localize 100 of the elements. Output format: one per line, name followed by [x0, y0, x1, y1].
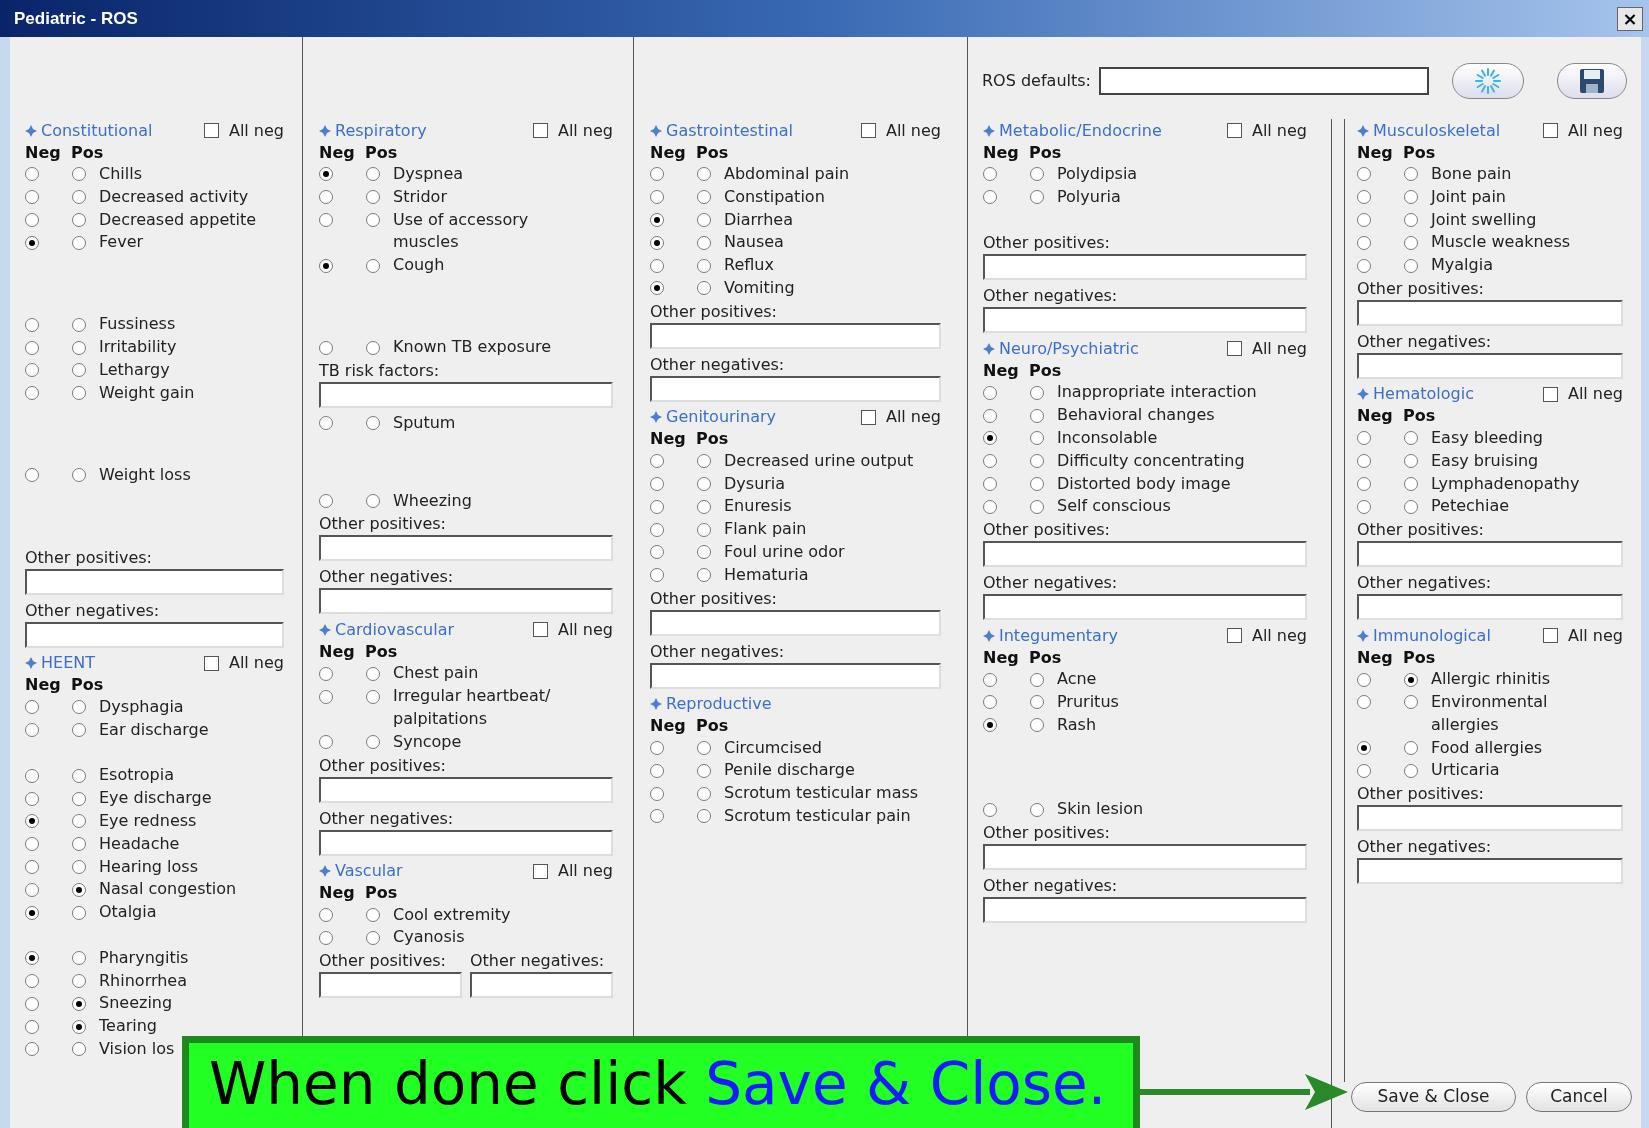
text-field[interactable] — [1357, 594, 1623, 621]
section-title[interactable]: Hematologic — [1373, 382, 1474, 407]
text-field[interactable] — [319, 776, 613, 803]
radio-button[interactable] — [697, 809, 711, 824]
radio-button[interactable] — [1030, 454, 1044, 469]
radio-button[interactable] — [697, 213, 711, 227]
radio-button[interactable] — [72, 1019, 86, 1034]
radio-button[interactable] — [983, 695, 997, 710]
radio-button[interactable] — [25, 791, 39, 806]
section-title[interactable]: HEENT — [41, 651, 95, 676]
radio-button[interactable] — [697, 786, 711, 801]
section-title[interactable]: Cardiovascular — [335, 617, 455, 642]
radio-button[interactable] — [650, 740, 664, 755]
section-title[interactable]: Respiratory — [335, 118, 427, 143]
radio-button[interactable] — [983, 431, 997, 446]
text-field[interactable] — [1357, 858, 1623, 885]
text-field[interactable] — [319, 382, 613, 409]
radio-button[interactable] — [72, 973, 86, 988]
radio-button[interactable] — [1404, 190, 1418, 205]
radio-button[interactable] — [1357, 454, 1371, 469]
radio-button[interactable] — [697, 167, 711, 182]
radio-button[interactable] — [1404, 740, 1418, 755]
radio-button[interactable] — [1030, 499, 1044, 514]
save-close-button[interactable]: Save & Close — [1351, 1082, 1516, 1112]
text-field[interactable] — [983, 254, 1307, 281]
radio-button[interactable] — [319, 735, 333, 750]
radio-button[interactable] — [650, 476, 664, 491]
all-neg-checkbox[interactable]: All neg — [1542, 382, 1623, 407]
radio-button[interactable] — [319, 930, 333, 945]
radio-button[interactable] — [319, 907, 333, 922]
all-neg-checkbox[interactable]: All neg — [203, 118, 284, 143]
radio-button[interactable] — [25, 882, 39, 897]
radio-button[interactable] — [72, 905, 86, 920]
refresh-button[interactable] — [1452, 63, 1524, 99]
radio-button[interactable] — [72, 791, 86, 806]
radio-button[interactable] — [72, 468, 86, 483]
radio-button[interactable] — [25, 190, 39, 205]
radio-button[interactable] — [72, 837, 86, 852]
all-neg-checkbox[interactable]: All neg — [532, 859, 613, 884]
radio-button[interactable] — [25, 700, 39, 715]
radio-button[interactable] — [1030, 695, 1044, 710]
radio-button[interactable] — [1357, 763, 1371, 778]
radio-button[interactable] — [1357, 235, 1371, 250]
section-title[interactable]: Reproductive — [666, 692, 772, 717]
radio-button[interactable] — [1404, 431, 1418, 446]
radio-button[interactable] — [72, 1042, 86, 1057]
radio-button[interactable] — [650, 235, 664, 250]
all-neg-checkbox[interactable]: All neg — [1542, 623, 1623, 648]
radio-button[interactable] — [1030, 672, 1044, 687]
radio-button[interactable] — [25, 1019, 39, 1034]
radio-button[interactable] — [366, 167, 380, 182]
text-field[interactable] — [25, 568, 284, 595]
radio-button[interactable] — [72, 882, 86, 897]
section-title[interactable]: Metabolic/Endocrine — [999, 118, 1162, 143]
radio-button[interactable] — [697, 235, 711, 250]
section-title[interactable]: Vascular — [335, 859, 403, 884]
radio-button[interactable] — [650, 190, 664, 205]
radio-button[interactable] — [72, 363, 86, 378]
text-field[interactable] — [983, 896, 1307, 923]
radio-button[interactable] — [72, 996, 86, 1011]
radio-button[interactable] — [25, 996, 39, 1011]
radio-button[interactable] — [25, 973, 39, 988]
radio-button[interactable] — [366, 258, 380, 273]
radio-button[interactable] — [697, 499, 711, 514]
radio-button[interactable] — [1404, 499, 1418, 514]
radio-button[interactable] — [650, 499, 664, 514]
radio-button[interactable] — [319, 666, 333, 681]
radio-button[interactable] — [319, 258, 333, 273]
radio-button[interactable] — [650, 454, 664, 469]
radio-button[interactable] — [72, 768, 86, 783]
save-button[interactable] — [1557, 63, 1627, 99]
radio-button[interactable] — [25, 340, 39, 355]
section-title[interactable]: Integumentary — [999, 623, 1118, 648]
radio-button[interactable] — [319, 416, 333, 431]
radio-button[interactable] — [366, 907, 380, 922]
radio-button[interactable] — [366, 416, 380, 431]
radio-button[interactable] — [72, 859, 86, 874]
radio-button[interactable] — [697, 522, 711, 537]
all-neg-checkbox[interactable]: All neg — [1226, 623, 1307, 648]
radio-button[interactable] — [72, 723, 86, 738]
radio-button[interactable] — [72, 951, 86, 966]
radio-button[interactable] — [72, 700, 86, 715]
radio-button[interactable] — [650, 568, 664, 583]
radio-button[interactable] — [72, 814, 86, 829]
radio-button[interactable] — [1030, 476, 1044, 491]
radio-button[interactable] — [72, 167, 86, 182]
radio-button[interactable] — [1404, 235, 1418, 250]
radio-button[interactable] — [25, 951, 39, 966]
radio-button[interactable] — [25, 905, 39, 920]
radio-button[interactable] — [983, 672, 997, 687]
radio-button[interactable] — [1030, 431, 1044, 446]
text-field[interactable] — [983, 594, 1307, 621]
radio-button[interactable] — [366, 493, 380, 508]
text-field[interactable] — [650, 662, 941, 689]
radio-button[interactable] — [697, 190, 711, 205]
section-title[interactable]: Neuro/Psychiatric — [999, 336, 1139, 361]
text-field[interactable] — [983, 843, 1307, 870]
radio-button[interactable] — [366, 190, 380, 205]
radio-button[interactable] — [25, 814, 39, 829]
radio-button[interactable] — [1030, 385, 1044, 400]
